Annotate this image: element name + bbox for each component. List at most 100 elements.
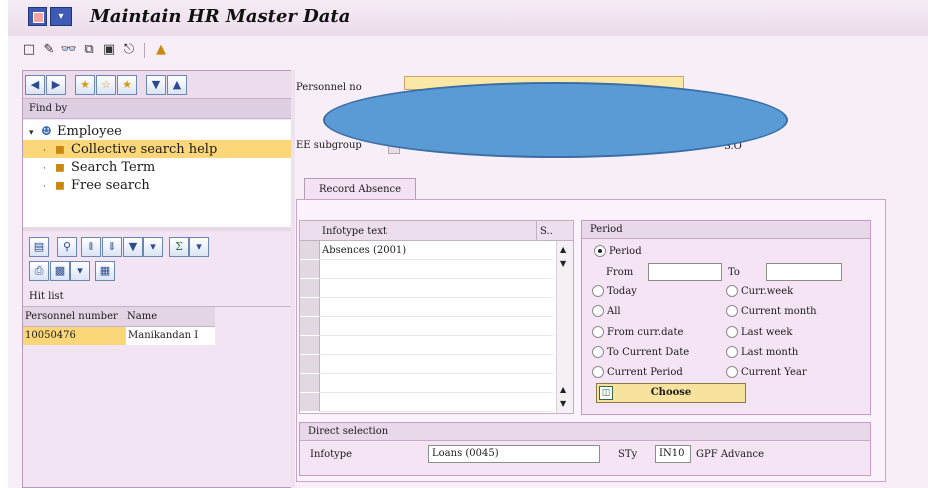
to-date-input[interactable] xyxy=(766,263,842,281)
copy-icon[interactable]: ⧉ xyxy=(80,41,98,59)
scroll-up-icon[interactable]: ▲ xyxy=(560,245,566,254)
tree-node-search-term[interactable]: · ◼ Search Term xyxy=(43,158,155,176)
row-selector[interactable] xyxy=(300,317,320,336)
radio-current-period[interactable]: Current Period xyxy=(592,366,683,378)
scroll-page-down-icon[interactable]: ▼ xyxy=(560,399,566,408)
radio-from-curr-date[interactable]: From curr.date xyxy=(592,326,683,338)
table-row[interactable] xyxy=(320,393,553,412)
vertical-splitter[interactable] xyxy=(291,70,295,488)
sort-ascending-icon[interactable]: ⇑ xyxy=(81,237,101,257)
table-row[interactable]: Absences (2001) xyxy=(320,241,553,260)
table-row[interactable] xyxy=(320,374,553,393)
hit-list-table: Personnel number Name 10050476 Manikanda… xyxy=(23,307,215,345)
table-row[interactable] xyxy=(320,260,553,279)
radio-all[interactable]: All xyxy=(592,305,621,317)
row-selector[interactable] xyxy=(300,355,320,374)
navigation-toolbar: ◀ ▶ ★ ☆ ★ ▼ ▲ xyxy=(23,71,291,99)
filter-dropdown-icon[interactable]: ▾ xyxy=(143,237,163,257)
radio-to-current-date[interactable]: To Current Date xyxy=(592,346,689,358)
change-icon[interactable]: ✎ xyxy=(40,41,58,59)
row-selector[interactable] xyxy=(300,279,320,298)
table-row[interactable] xyxy=(320,336,553,355)
search-tree: ▾ ☻ Employee · ◼ Collective search help · ◼ Se… xyxy=(23,120,291,227)
infotype-input[interactable]: Loans (0045) xyxy=(428,445,600,463)
table-row[interactable] xyxy=(320,355,553,374)
radio-period[interactable]: Period xyxy=(594,245,642,257)
employee-label: Employee xyxy=(57,124,122,139)
favorite-icon[interactable]: ☆ xyxy=(96,75,116,95)
ee-subgroup-label: EE subgroup xyxy=(296,140,362,151)
system-menu-dropdown-icon[interactable]: ▾ xyxy=(50,7,72,26)
row-selector[interactable] xyxy=(300,374,320,393)
binoculars-icon: ◼ xyxy=(55,142,65,156)
find-icon[interactable]: ⚲ xyxy=(57,237,77,257)
hit-list-label: Hit list xyxy=(23,287,291,307)
column-header-personnel-number[interactable]: Personnel number xyxy=(23,307,125,326)
overview-icon[interactable]: ▲ xyxy=(152,41,170,59)
find-by-label: Find by xyxy=(23,99,291,119)
row-selector[interactable] xyxy=(300,260,320,279)
display-icon[interactable]: 👓 xyxy=(60,41,78,59)
hit-list-area: ▤ ⚲ ⇑ ⇓ ▼ ▾ Σ ▾ ⎙ ▩ ▾ ▦ Hit list Personn… xyxy=(23,231,291,487)
radio-last-month[interactable]: Last month xyxy=(726,346,798,358)
delimit-icon[interactable]: ▣ xyxy=(100,41,118,59)
tree-node-collective-search-help[interactable]: · ◼ Collective search help xyxy=(23,140,291,158)
table-row[interactable] xyxy=(320,298,553,317)
from-date-input[interactable] xyxy=(648,263,722,281)
row-selector[interactable] xyxy=(300,298,320,317)
choose-icon: ◫ xyxy=(599,386,613,400)
infotype-text-cell[interactable]: Absences (2001) xyxy=(322,245,406,256)
row-selector[interactable] xyxy=(300,393,320,412)
row-selector[interactable] xyxy=(300,241,320,260)
back-icon[interactable]: ◀ xyxy=(25,75,45,95)
infotype-table-header: Infotype text S.. xyxy=(300,221,573,241)
tab-record-absence[interactable]: Record Absence xyxy=(304,178,416,200)
radio-current-month[interactable]: Current month xyxy=(726,305,817,317)
radio-current-year[interactable]: Current Year xyxy=(726,366,807,378)
export-dropdown-icon[interactable]: ▾ xyxy=(70,261,90,281)
export-icon[interactable]: ▩ xyxy=(50,261,70,281)
hit-list-header: Personnel number Name xyxy=(23,307,215,327)
table-row[interactable] xyxy=(320,279,553,298)
delete-icon[interactable]: ⎋ xyxy=(120,41,138,59)
favorite-change-icon[interactable]: ★ xyxy=(117,75,137,95)
radio-last-week[interactable]: Last week xyxy=(726,326,792,338)
table-row[interactable] xyxy=(320,317,553,336)
create-icon[interactable]: □ xyxy=(20,41,38,59)
scroll-down-icon[interactable]: ▼ xyxy=(560,259,566,268)
table-scrollbar[interactable]: ▲ ▼ ▲ ▼ xyxy=(556,241,573,413)
collapse-icon[interactable]: ▲ xyxy=(167,75,187,95)
name-cell[interactable]: Manikandan I xyxy=(125,327,215,345)
filter-icon[interactable]: ▼ xyxy=(123,237,143,257)
radio-curr-week[interactable]: Curr.week xyxy=(726,285,793,297)
expand-icon[interactable]: ▼ xyxy=(146,75,166,95)
row-selector[interactable] xyxy=(300,336,320,355)
personnel-number-cell[interactable]: 10050476 xyxy=(23,327,125,345)
favorite-add-icon[interactable]: ★ xyxy=(75,75,95,95)
sort-descending-icon[interactable]: ⇓ xyxy=(102,237,122,257)
details-icon[interactable]: ▤ xyxy=(29,237,49,257)
direct-selection-title: Direct selection xyxy=(300,423,870,441)
print-icon[interactable]: ⎙ xyxy=(29,261,49,281)
sty-input[interactable]: IN10 xyxy=(655,445,691,463)
sum-icon[interactable]: Σ xyxy=(169,237,189,257)
sap-window: ▾ Maintain HR Master Data □ ✎ 👓 ⧉ ▣ ⎋ ▲ … xyxy=(8,0,928,488)
column-header-infotype-text[interactable]: Infotype text xyxy=(322,226,387,237)
radio-selected-icon xyxy=(594,245,606,257)
tree-node-free-search[interactable]: · ◼ Free search xyxy=(43,176,150,194)
scroll-page-up-icon[interactable]: ▲ xyxy=(560,385,566,394)
period-group: Period Period From To Today Curr.week Al… xyxy=(581,220,871,415)
column-header-s[interactable]: S.. xyxy=(540,226,553,237)
binoculars-icon: ◼ xyxy=(55,160,65,174)
column-header-name[interactable]: Name xyxy=(125,307,215,326)
table-row[interactable]: 10050476 Manikandan I xyxy=(23,327,215,345)
collective-search-help-label: Collective search help xyxy=(71,142,218,157)
sum-dropdown-icon[interactable]: ▾ xyxy=(189,237,209,257)
tree-node-employee[interactable]: ▾ ☻ Employee xyxy=(29,122,122,140)
system-menu-icon[interactable] xyxy=(28,7,47,26)
radio-today[interactable]: Today xyxy=(592,285,637,297)
from-label: From xyxy=(606,267,634,278)
choose-button[interactable]: ◫ Choose xyxy=(596,383,746,403)
forward-icon[interactable]: ▶ xyxy=(46,75,66,95)
layout-icon[interactable]: ▦ xyxy=(95,261,115,281)
